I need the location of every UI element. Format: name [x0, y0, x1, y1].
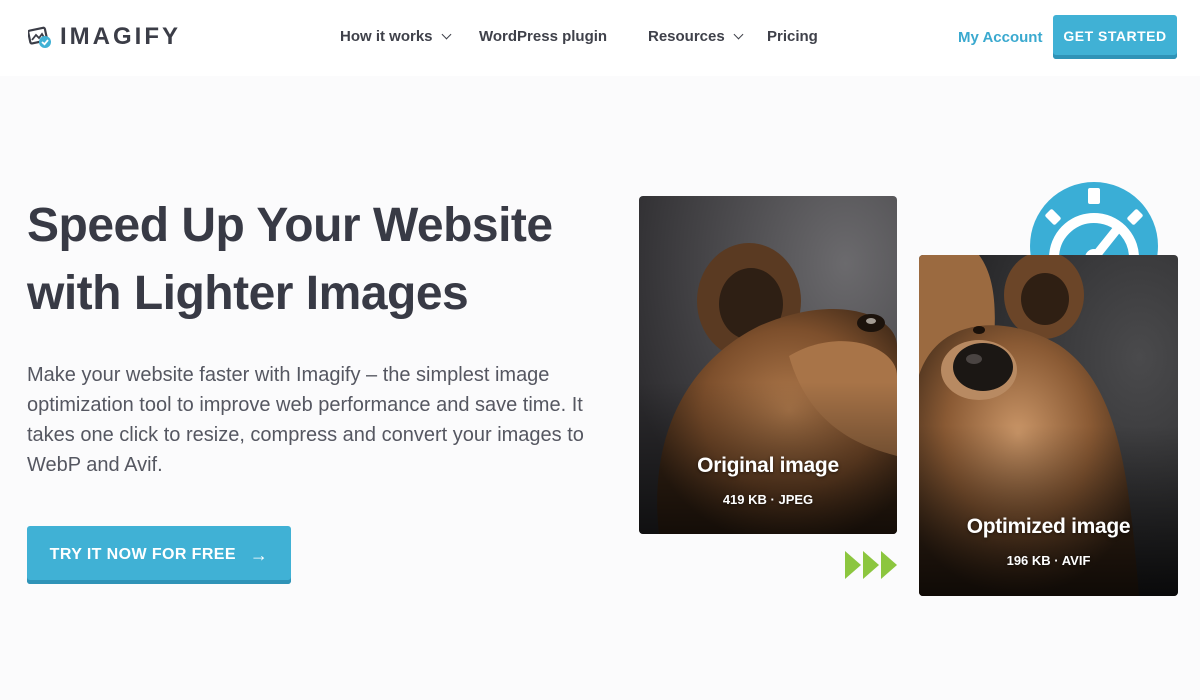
nav-pricing[interactable]: Pricing: [767, 28, 818, 45]
nav-item-label: Pricing: [767, 28, 818, 45]
optimized-image-meta: 196 KB · AVIF: [1006, 553, 1091, 568]
nav-resources[interactable]: Resources: [648, 28, 744, 45]
bear-photo-original: [639, 196, 897, 534]
logo[interactable]: IMAGIFY: [27, 22, 181, 52]
nav-wordpress-plugin[interactable]: WordPress plugin: [479, 28, 607, 45]
chevron-down-icon: [733, 29, 744, 40]
my-account-link[interactable]: My Account: [958, 29, 1042, 46]
nav-item-label: Resources: [648, 28, 725, 45]
imagify-logo-icon: [27, 25, 52, 49]
hero-headline: Speed Up Your Website with Lighter Image…: [27, 192, 587, 328]
get-started-button[interactable]: GET STARTED: [1053, 15, 1177, 59]
headline-line-2: with Lighter Images: [27, 267, 469, 320]
try-it-now-button[interactable]: TRY IT NOW FOR FREE →: [27, 526, 291, 584]
chevron-down-icon: [441, 29, 451, 40]
cta-label: TRY IT NOW FOR FREE: [49, 546, 236, 563]
headline-line-1: Speed Up Your Website: [27, 199, 553, 252]
brand-name: IMAGIFY: [60, 23, 181, 50]
nav-how-it-works[interactable]: How it works: [340, 28, 451, 45]
fast-forward-icon: [845, 551, 897, 579]
bear-photo-optimized: [919, 255, 1178, 596]
optimized-image-title: Optimized image: [966, 515, 1131, 538]
optimized-image-card: Optimized image 196 KB · AVIF: [919, 255, 1178, 596]
site-header: IMAGIFY How it works WordPress plugin Re…: [0, 0, 1200, 76]
hero-description: Make your website faster with Imagify – …: [27, 364, 584, 476]
original-image-card: Original image 419 KB · JPEG: [639, 196, 897, 534]
original-image-title: Original image: [697, 454, 839, 477]
arrow-right-icon: →: [249, 545, 269, 565]
nav-item-label: WordPress plugin: [479, 28, 608, 45]
original-image-meta: 419 KB · JPEG: [722, 492, 814, 507]
nav-item-label: How it works: [340, 28, 433, 45]
